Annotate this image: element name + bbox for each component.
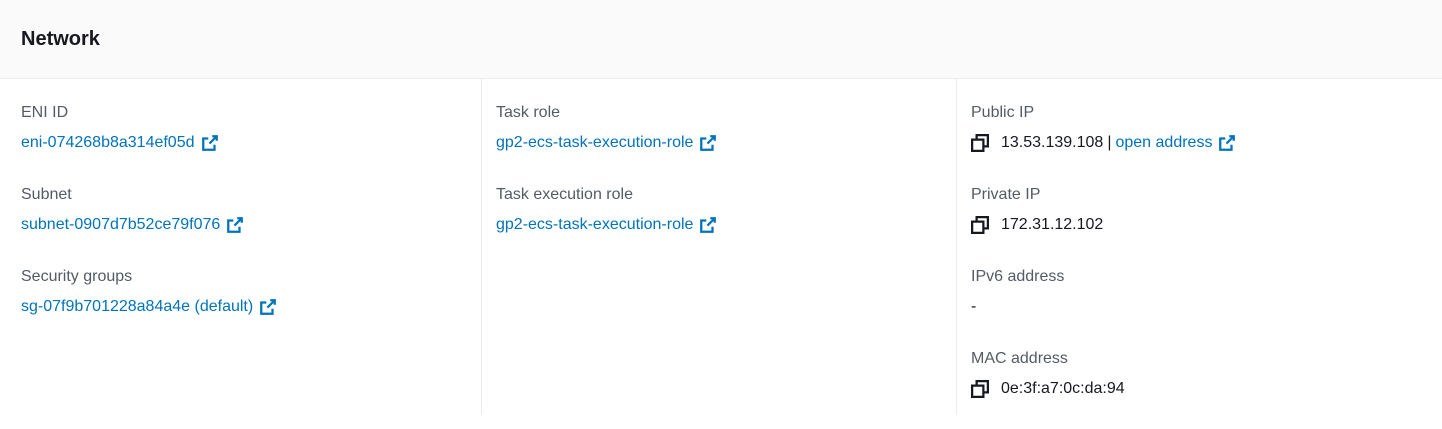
private-ip-text: 172.31.12.102 bbox=[1001, 216, 1104, 233]
public-ip-text: 13.53.139.108 bbox=[1001, 134, 1104, 151]
ipv6-value: - bbox=[971, 297, 1442, 317]
field-task-role: Task role gp2-ecs-task-execution-role bbox=[496, 103, 956, 185]
task-execution-role-link[interactable]: gp2-ecs-task-execution-role bbox=[496, 215, 693, 235]
copy-icon[interactable] bbox=[971, 134, 989, 152]
network-panel: Network ENI ID eni-074268b8a314ef05d Sub… bbox=[0, 0, 1442, 429]
panel-title: Network bbox=[21, 27, 100, 50]
security-group-link[interactable]: sg-07f9b701228a84a4e (default) bbox=[21, 297, 253, 317]
task-execution-role-value: gp2-ecs-task-execution-role bbox=[496, 215, 956, 235]
external-link-icon[interactable] bbox=[1218, 134, 1236, 152]
external-link-icon[interactable] bbox=[699, 134, 717, 152]
field-private-ip: Private IP 172.31.12.102 bbox=[971, 185, 1442, 267]
field-task-execution-role: Task execution role gp2-ecs-task-executi… bbox=[496, 185, 956, 267]
field-subnet: Subnet subnet-0907d7b52ce79f076 bbox=[21, 185, 481, 267]
field-mac-address: MAC address 0e:3f:a7:0c:da:94 bbox=[971, 349, 1442, 429]
task-execution-role-label: Task execution role bbox=[496, 186, 633, 203]
field-ipv6-address: IPv6 address - bbox=[971, 267, 1442, 349]
external-link-icon[interactable] bbox=[201, 134, 219, 152]
separator: | bbox=[1107, 134, 1112, 151]
security-groups-label: Security groups bbox=[21, 268, 133, 285]
external-link-icon[interactable] bbox=[226, 216, 244, 234]
subnet-link[interactable]: subnet-0907d7b52ce79f076 bbox=[21, 215, 220, 235]
public-ip-value: 13.53.139.108 | open address bbox=[971, 133, 1442, 153]
eni-id-link[interactable]: eni-074268b8a314ef05d bbox=[21, 133, 195, 153]
eni-id-label: ENI ID bbox=[21, 104, 69, 121]
column-identifiers: ENI ID eni-074268b8a314ef05d Subnet subn… bbox=[0, 79, 482, 415]
security-groups-value: sg-07f9b701228a84a4e (default) bbox=[21, 297, 481, 317]
column-roles: Task role gp2-ecs-task-execution-role Ta… bbox=[482, 79, 957, 415]
private-ip-value: 172.31.12.102 bbox=[971, 215, 1442, 235]
ipv6-label: IPv6 address bbox=[971, 268, 1065, 285]
mac-text: 0e:3f:a7:0c:da:94 bbox=[1001, 380, 1125, 397]
copy-icon[interactable] bbox=[971, 380, 989, 398]
field-security-groups: Security groups sg-07f9b701228a84a4e (de… bbox=[21, 267, 481, 349]
field-eni-id: ENI ID eni-074268b8a314ef05d bbox=[21, 103, 481, 185]
panel-header: Network bbox=[0, 0, 1442, 79]
open-address-link[interactable]: open address bbox=[1115, 133, 1212, 153]
mac-label: MAC address bbox=[971, 350, 1068, 367]
eni-id-value: eni-074268b8a314ef05d bbox=[21, 133, 481, 153]
task-role-label: Task role bbox=[496, 104, 561, 121]
task-role-value: gp2-ecs-task-execution-role bbox=[496, 133, 956, 153]
external-link-icon[interactable] bbox=[699, 216, 717, 234]
subnet-label: Subnet bbox=[21, 186, 72, 203]
ipv6-text: - bbox=[971, 298, 977, 315]
column-addresses: Public IP 13.53.139.108 | open address P… bbox=[957, 79, 1442, 415]
details-columns: ENI ID eni-074268b8a314ef05d Subnet subn… bbox=[0, 79, 1442, 415]
private-ip-label: Private IP bbox=[971, 186, 1041, 203]
mac-value: 0e:3f:a7:0c:da:94 bbox=[971, 379, 1442, 399]
public-ip-label: Public IP bbox=[971, 104, 1035, 121]
task-role-link[interactable]: gp2-ecs-task-execution-role bbox=[496, 133, 693, 153]
field-public-ip: Public IP 13.53.139.108 | open address bbox=[971, 103, 1442, 185]
copy-icon[interactable] bbox=[971, 216, 989, 234]
external-link-icon[interactable] bbox=[259, 298, 277, 316]
subnet-value: subnet-0907d7b52ce79f076 bbox=[21, 215, 481, 235]
